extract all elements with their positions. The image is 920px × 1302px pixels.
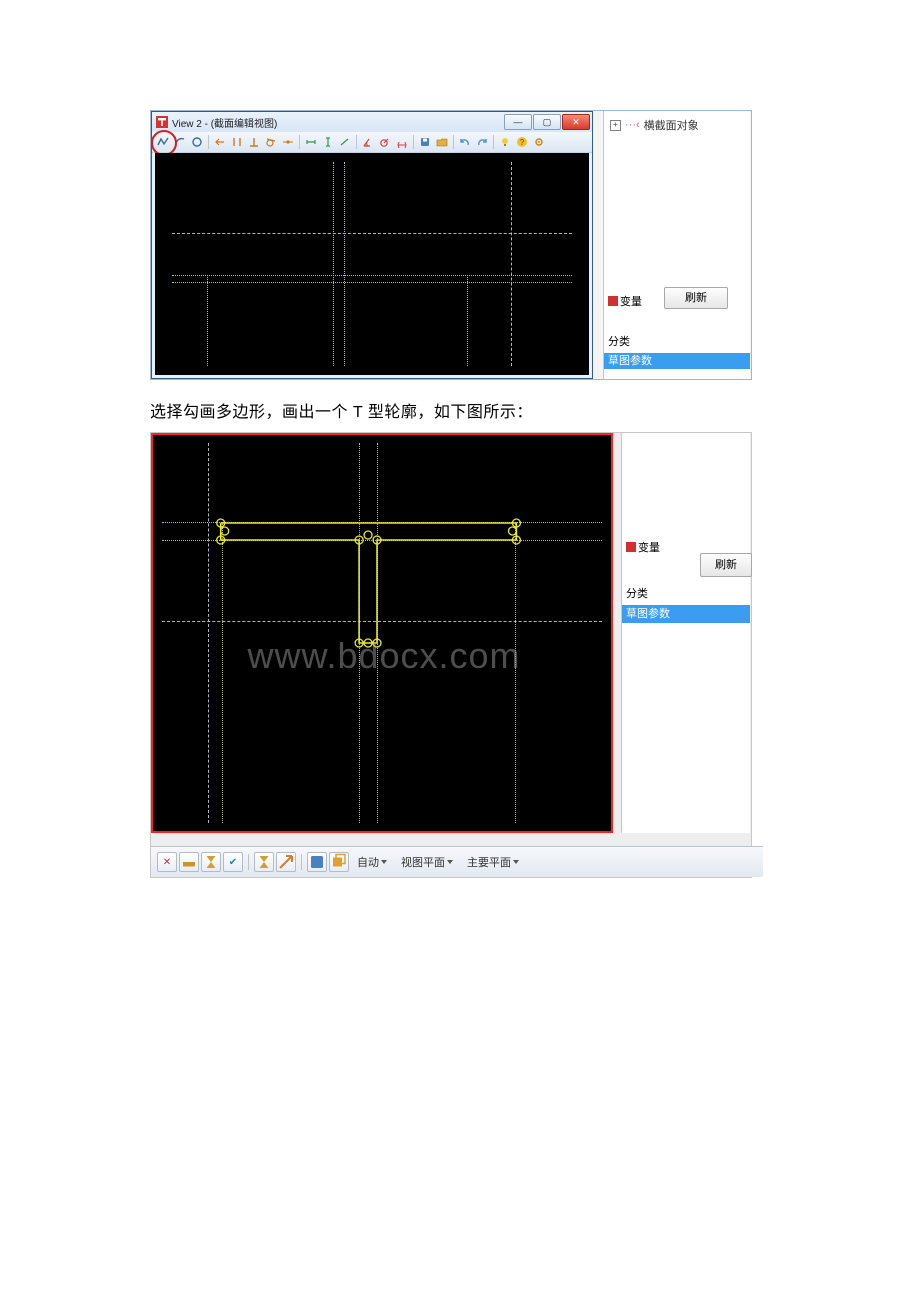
refresh-button[interactable]: 刷新 <box>664 287 728 309</box>
edit-tool-icon[interactable] <box>179 852 199 872</box>
dropdown-caret-icon <box>513 860 519 864</box>
circle-tool-icon[interactable] <box>189 134 205 150</box>
view-plane-dropdown[interactable]: 视图平面 <box>395 854 459 870</box>
svg-text:?: ? <box>520 138 525 147</box>
dim-angle-icon[interactable] <box>360 134 376 150</box>
grid-line <box>344 162 345 366</box>
save-icon[interactable] <box>417 134 433 150</box>
sketch-canvas[interactable]: www.bdocx.com <box>151 433 613 833</box>
grid-line <box>359 443 360 823</box>
red-square-icon <box>626 542 636 552</box>
parallel-tool-icon[interactable] <box>229 134 245 150</box>
category-label: 分类 <box>608 333 630 349</box>
polyline-tool-icon[interactable] <box>155 134 171 150</box>
sketch-params-header[interactable]: 草图参数 <box>622 605 750 623</box>
pink-marker-icon: ···‹ <box>625 119 640 131</box>
tree-item[interactable]: + ···‹ 横截面对象 <box>604 111 750 139</box>
window-title: View 2 - (截面编辑视图) <box>172 115 277 130</box>
sketch-params-header[interactable]: 草图参数 <box>604 353 750 369</box>
sketch-editor-window-2: www.bdocx.com 变量 刷新 分类 草图参数 ✕ ✔ 自动 <box>150 432 752 878</box>
grid-line <box>172 275 571 276</box>
dropdown-caret-icon <box>381 860 387 864</box>
tree-item-label: 横截面对象 <box>644 117 699 133</box>
caption-text: 选择勾画多边形，画出一个 T 型轮廓，如下图所示： <box>150 398 770 422</box>
red-square-icon <box>608 296 618 306</box>
main-plane-label: 主要平面 <box>467 854 511 870</box>
view-plane-icon[interactable] <box>307 852 327 872</box>
minimize-button[interactable]: — <box>504 114 532 130</box>
hourglass-icon[interactable] <box>254 852 274 872</box>
grid-line <box>172 282 571 283</box>
axis-vertical <box>511 162 512 366</box>
tangent-tool-icon[interactable] <box>263 134 279 150</box>
snap-mode-dropdown[interactable]: 自动 <box>351 854 393 870</box>
view-3d-icon[interactable] <box>329 852 349 872</box>
dropdown-caret-icon <box>447 860 453 864</box>
grid-line <box>162 522 602 523</box>
properties-panel: + ···‹ 横截面对象 变量 刷新 分类 草图参数 <box>603 111 750 379</box>
close-button[interactable]: ✕ <box>562 114 590 130</box>
dim-horizontal-icon[interactable] <box>303 134 319 150</box>
variable-label: 变量 <box>622 537 664 557</box>
grid-line <box>377 443 378 823</box>
grid-line <box>467 275 468 366</box>
constraint-tool-icon[interactable] <box>212 134 228 150</box>
view-plane-label: 视图平面 <box>401 854 445 870</box>
bottom-toolbar: ✕ ✔ 自动 视图平面 主要平面 <box>151 846 763 877</box>
app-window: View 2 - (截面编辑视图) — ▢ ✕ <box>151 111 593 379</box>
coincident-tool-icon[interactable] <box>280 134 296 150</box>
help-icon[interactable]: ? <box>514 134 530 150</box>
grid-line <box>333 162 334 366</box>
settings-icon[interactable] <box>531 134 547 150</box>
properties-panel: 变量 刷新 分类 草图参数 <box>621 433 750 833</box>
grid-line <box>515 522 516 823</box>
arrow-icon[interactable] <box>276 852 296 872</box>
grid-line <box>207 275 208 366</box>
axis-vertical <box>208 443 209 823</box>
refresh-button[interactable]: 刷新 <box>700 553 752 577</box>
dim-length-icon[interactable] <box>394 134 410 150</box>
expand-icon[interactable]: + <box>610 120 621 131</box>
dim-vertical-icon[interactable] <box>320 134 336 150</box>
sketch-toolbar: ? <box>152 132 592 153</box>
perpendicular-tool-icon[interactable] <box>246 134 262 150</box>
dim-aligned-icon[interactable] <box>337 134 353 150</box>
dim-radius-icon[interactable] <box>377 134 393 150</box>
maximize-button[interactable]: ▢ <box>533 114 561 130</box>
undo-icon[interactable] <box>457 134 473 150</box>
sketch-editor-window-1: View 2 - (截面编辑视图) — ▢ ✕ <box>150 110 752 380</box>
category-label: 分类 <box>626 585 648 601</box>
open-icon[interactable] <box>434 134 450 150</box>
bulb-icon[interactable] <box>497 134 513 150</box>
main-plane-dropdown[interactable]: 主要平面 <box>461 854 525 870</box>
delete-icon[interactable]: ✕ <box>157 852 177 872</box>
titlebar: View 2 - (截面编辑视图) — ▢ ✕ <box>152 112 592 132</box>
confirm-icon[interactable]: ✔ <box>223 852 243 872</box>
redo-icon[interactable] <box>474 134 490 150</box>
axis-horizontal <box>162 621 602 622</box>
grid-line <box>222 522 223 823</box>
variable-label: 变量 <box>604 291 646 311</box>
hourglass-icon[interactable] <box>201 852 221 872</box>
grid-line <box>162 540 602 541</box>
app-icon <box>156 116 168 128</box>
arc-tool-icon[interactable] <box>172 134 188 150</box>
sketch-canvas[interactable] <box>155 153 589 375</box>
snap-mode-label: 自动 <box>357 854 379 870</box>
